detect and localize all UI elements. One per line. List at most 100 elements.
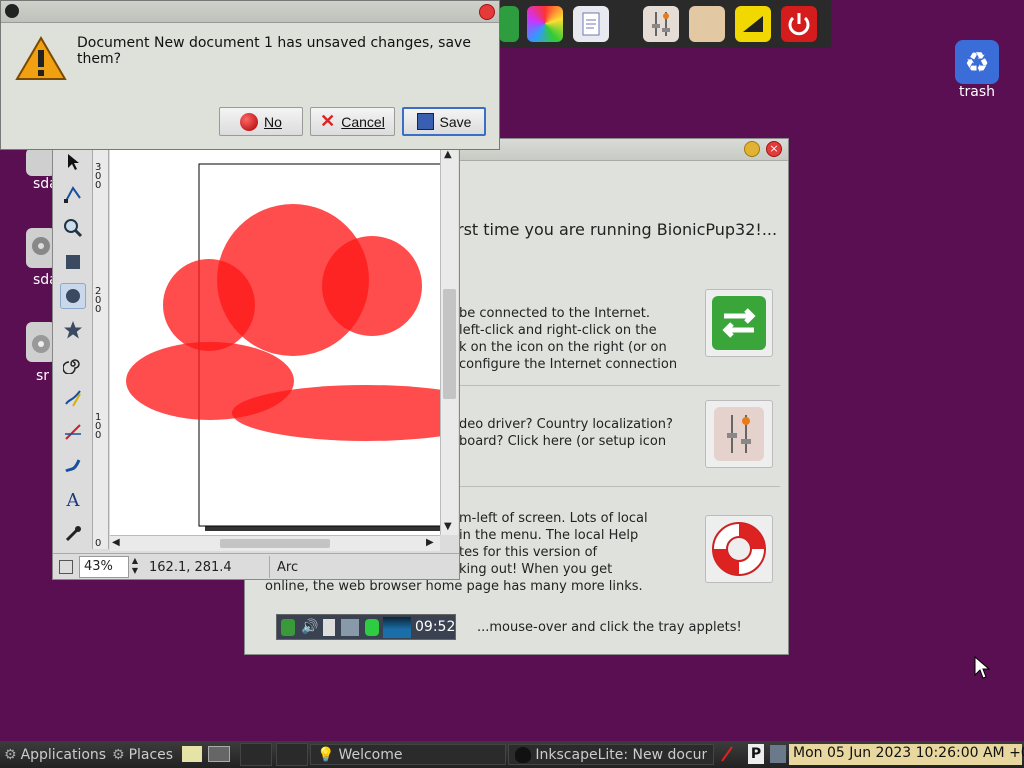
pencil-tool-icon[interactable] [60, 385, 86, 411]
horizontal-scrollbar[interactable]: ◀ ▶ [110, 535, 440, 551]
parking-icon[interactable]: P [748, 744, 764, 764]
network-signal-icon[interactable] [735, 6, 771, 42]
zoom-value: 43% [84, 559, 113, 574]
shield-icon [281, 619, 295, 636]
close-icon[interactable]: × [766, 141, 782, 157]
places-label: Places [128, 746, 174, 763]
connect-arrows-icon [712, 296, 766, 350]
tray-preview: 🔊 09:52 [276, 614, 456, 640]
dropper-tool-icon[interactable] [60, 521, 86, 547]
canvas-artwork [126, 163, 440, 531]
network-icon [341, 619, 359, 636]
pen-tool-icon[interactable] [60, 419, 86, 445]
app-logo-icon [5, 4, 19, 18]
status-tool-name: Arc [277, 560, 299, 575]
gears-icon: ⚙ [112, 746, 125, 763]
workspace-1[interactable] [240, 743, 272, 766]
zoom-fit-icon[interactable] [59, 560, 73, 574]
zoom-input[interactable]: 43% [79, 556, 129, 578]
drive-label-3: sr [36, 368, 50, 384]
save-changes-dialog: Document New document 1 has unsaved chan… [0, 0, 500, 150]
welcome-heading: rst time you are running BionicPup32!... [457, 220, 778, 239]
help-button[interactable] [705, 515, 773, 583]
spreadsheet-icon[interactable] [499, 6, 519, 42]
welcome-task-button[interactable]: 💡 Welcome [310, 744, 506, 765]
welcome-help-last-line: online, the web browser home page has ma… [265, 579, 643, 594]
applications-menu[interactable]: ⚙ Applications [4, 744, 106, 765]
tray-hint: ...mouse-over and click the tray applets… [477, 620, 742, 635]
node-tool-icon[interactable] [60, 181, 86, 207]
inkscape-task-button[interactable]: InkscapeLite: New docume [508, 744, 714, 765]
save-button[interactable]: Save [402, 107, 486, 136]
status-divider [269, 556, 270, 578]
ruler-mark: 0 [95, 538, 102, 549]
cancel-button-label: Cancel [341, 113, 385, 130]
taskbar: ⚙ Applications ⚙ Places 💡 Welcome Inksca… [0, 741, 1024, 768]
drawing-canvas[interactable] [110, 149, 440, 535]
trash-label: trash [959, 84, 995, 100]
welcome-para-setup: deo driver? Country localization? board? … [459, 417, 673, 449]
scroll-down-icon[interactable]: ▼ [444, 521, 452, 532]
workspace-2[interactable] [276, 743, 308, 766]
text-editor-icon[interactable] [573, 6, 609, 42]
dialog-titlebar[interactable] [1, 1, 499, 23]
show-desktop-icon[interactable] [208, 746, 230, 762]
gears-icon: ⚙ [4, 746, 17, 763]
ruler-mark: 300 [95, 162, 102, 191]
folder-icon[interactable] [689, 6, 725, 42]
pen-tray-icon[interactable] [720, 745, 734, 763]
cancel-button[interactable]: ✕ Cancel [310, 107, 395, 136]
scroll-left-icon[interactable]: ◀ [112, 537, 120, 548]
welcome-para-help: m-left of screen. Lots of local in the me… [459, 511, 648, 577]
setup-button[interactable] [705, 400, 773, 468]
dialog-message: Document New document 1 has unsaved chan… [77, 35, 471, 67]
zoom-stepper[interactable]: ▲ ▼ [129, 556, 141, 578]
inkscape-window: A 300 200 100 0 ▲ ▼ ◀ ▶ 43% ▲ ▼ 162.1, 2… [52, 148, 460, 580]
trash-desktop-icon[interactable]: ♻ trash [950, 40, 1004, 104]
scroll-thumb[interactable] [220, 539, 330, 548]
scroll-thumb[interactable] [443, 289, 456, 399]
zoom-tool-icon[interactable] [60, 215, 86, 241]
lifebuoy-icon [712, 522, 766, 576]
text-tool-icon[interactable]: A [60, 487, 86, 513]
clock[interactable]: Mon 05 Jun 2023 10:26:00 AM +08 [789, 744, 1024, 765]
internet-connect-button[interactable] [705, 289, 773, 357]
ruler-mark: 100 [95, 412, 102, 441]
tray-time: 09:52 [415, 619, 456, 635]
power-icon[interactable] [781, 6, 817, 42]
color-picker-icon[interactable] [527, 6, 563, 42]
tool-palette: A [53, 149, 93, 549]
volume-icon: 🔊 [301, 619, 319, 635]
rectangle-tool-icon[interactable] [60, 249, 86, 275]
scroll-up-icon[interactable]: ▲ [444, 149, 452, 160]
ellipse-tool-icon[interactable] [60, 283, 86, 309]
minimize-icon[interactable] [744, 141, 760, 157]
clipboard-icon [323, 619, 335, 636]
welcome-divider [455, 385, 780, 386]
circle-shape[interactable] [322, 236, 422, 336]
welcome-para-internet: be connected to the Internet. left-click … [459, 306, 678, 372]
calligraphy-tool-icon[interactable] [60, 453, 86, 479]
no-button[interactable]: No [219, 107, 303, 136]
no-button-label: No [264, 113, 282, 130]
status-bar: 43% ▲ ▼ 162.1, 281.4 Arc [53, 553, 459, 579]
star-tool-icon[interactable] [60, 317, 86, 343]
vertical-scrollbar[interactable]: ▲ ▼ [440, 149, 458, 535]
scroll-right-icon[interactable]: ▶ [426, 537, 434, 548]
mouse-cursor-icon [974, 655, 991, 684]
places-menu[interactable]: ⚙ Places [112, 744, 173, 765]
selector-tool-icon[interactable] [60, 149, 86, 175]
cancel-icon: ✕ [320, 111, 336, 131]
welcome-task-label: Welcome [338, 746, 403, 763]
applications-label: Applications [20, 746, 107, 763]
inkscape-icon [515, 746, 532, 763]
no-icon [240, 112, 259, 131]
inkscape-task-label: InkscapeLite: New docume [535, 746, 707, 763]
notes-icon[interactable] [182, 746, 202, 762]
network-tray-icon[interactable] [770, 745, 786, 763]
mixer-settings-icon[interactable] [643, 6, 679, 42]
circle-shape[interactable] [163, 259, 255, 351]
spiral-tool-icon[interactable] [60, 351, 86, 377]
close-icon[interactable] [479, 4, 495, 20]
cursor-coordinates: 162.1, 281.4 [149, 560, 232, 575]
